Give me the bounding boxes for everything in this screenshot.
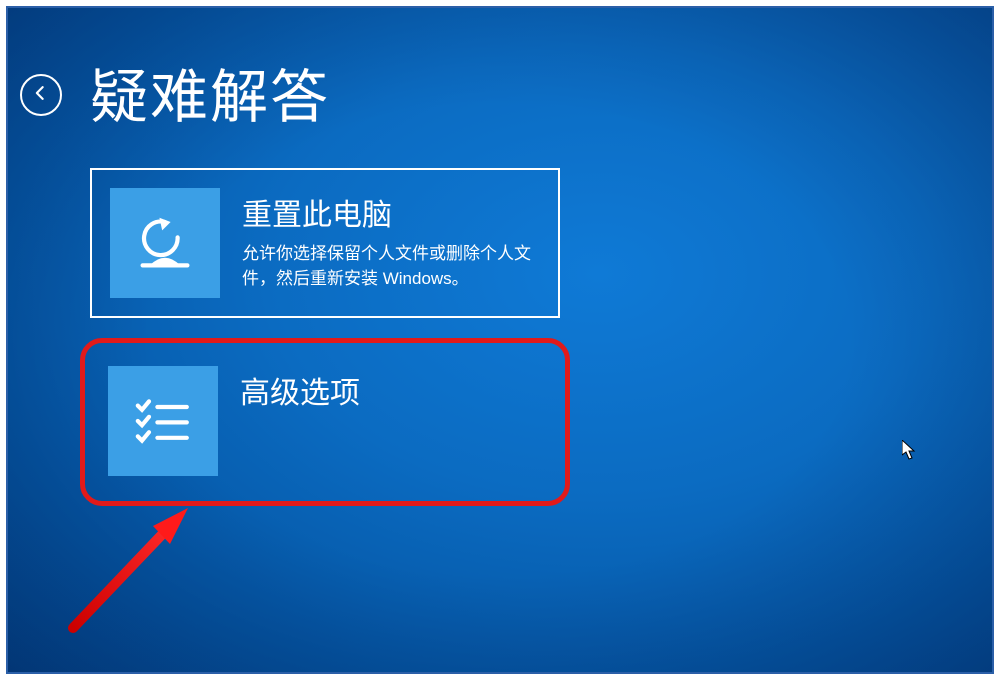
option-reset-description: 允许你选择保留个人文件或删除个人文件，然后重新安装 Windows。 xyxy=(242,242,544,291)
annotation-arrow-icon xyxy=(58,478,218,638)
option-advanced-title: 高级选项 xyxy=(240,368,360,412)
reset-pc-icon xyxy=(110,188,220,298)
arrow-left-icon xyxy=(31,83,51,108)
option-reset-text: 重置此电脑 允许你选择保留个人文件或删除个人文件，然后重新安装 Windows。 xyxy=(220,170,558,316)
advanced-options-icon xyxy=(108,366,218,476)
option-reset-title: 重置此电脑 xyxy=(242,190,544,234)
option-advanced[interactable]: 高级选项 xyxy=(90,348,560,498)
mouse-cursor-icon xyxy=(902,440,916,460)
option-reset-pc[interactable]: 重置此电脑 允许你选择保留个人文件或删除个人文件，然后重新安装 Windows。 xyxy=(90,168,560,318)
back-button[interactable] xyxy=(20,74,62,116)
recovery-screen: 疑难解答 重置此电脑 允许你选择保留个人文件或删除个人文件，然后重新安装 Win… xyxy=(6,6,994,674)
page-title: 疑难解答 xyxy=(90,50,330,134)
option-advanced-text: 高级选项 xyxy=(218,348,374,498)
